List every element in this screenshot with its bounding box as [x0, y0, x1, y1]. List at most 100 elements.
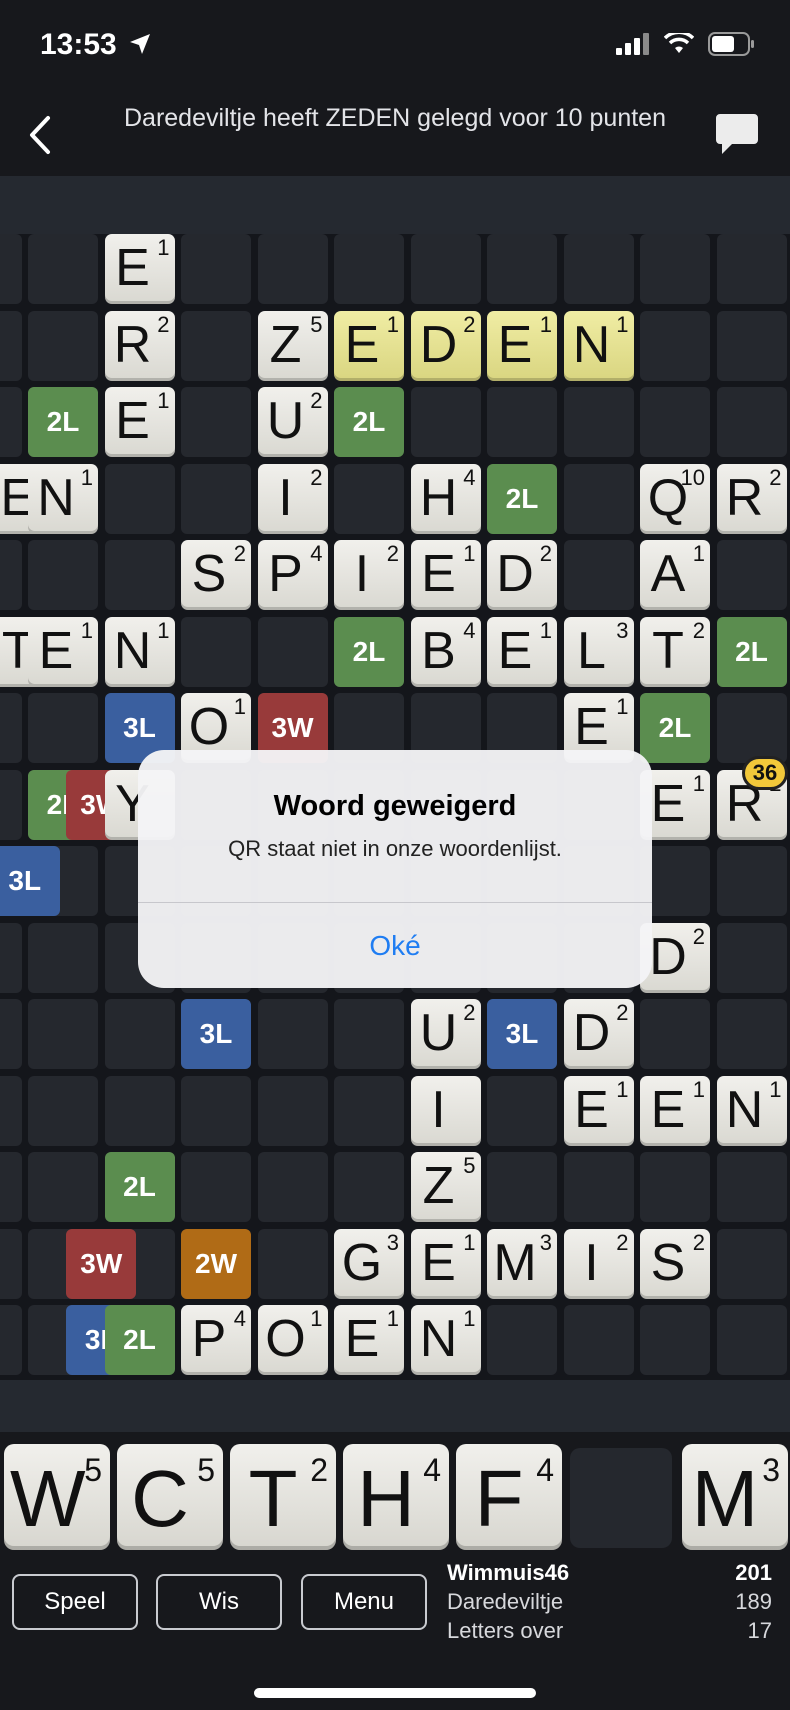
board-cell[interactable] — [410, 387, 481, 457]
board-cell[interactable] — [563, 463, 634, 534]
board-cell[interactable] — [0, 234, 22, 304]
bonus-square-3l[interactable]: 3L — [487, 999, 557, 1069]
board-cell[interactable] — [716, 693, 787, 763]
board-cell[interactable] — [716, 1228, 787, 1299]
board-cell[interactable] — [0, 310, 22, 381]
play-button[interactable]: Speel — [12, 1574, 138, 1630]
board-cell[interactable] — [28, 693, 98, 763]
board-cell[interactable] — [0, 1305, 22, 1375]
board-cell[interactable] — [28, 310, 98, 381]
board-cell[interactable] — [487, 1305, 557, 1375]
clear-button[interactable]: Wis — [156, 1574, 282, 1630]
bonus-square-3w[interactable]: 3W — [66, 1228, 137, 1299]
rack-tile[interactable]: T2 — [230, 1444, 336, 1550]
board-cell[interactable] — [181, 234, 251, 304]
bonus-square-2l[interactable]: 2L — [104, 1152, 175, 1222]
board-cell[interactable] — [716, 540, 787, 610]
board-cell[interactable] — [181, 310, 251, 381]
board-cell[interactable] — [563, 234, 634, 304]
rack-tile[interactable]: M3 — [682, 1444, 788, 1550]
board-cell[interactable] — [181, 616, 251, 687]
home-indicator[interactable] — [254, 1688, 536, 1698]
board-cell[interactable] — [640, 1305, 710, 1375]
board-cell[interactable] — [716, 922, 787, 993]
board-cell[interactable] — [0, 769, 22, 840]
board-cell[interactable] — [334, 463, 404, 534]
bonus-square-2l[interactable]: 2L — [716, 616, 787, 687]
board-cell[interactable] — [334, 999, 404, 1069]
board-cell[interactable] — [257, 1075, 328, 1146]
board-cell[interactable] — [334, 1075, 404, 1146]
bonus-square-2l[interactable]: 2L — [640, 693, 710, 763]
board-cell[interactable] — [104, 540, 175, 610]
board-cell[interactable] — [716, 1305, 787, 1375]
board-cell[interactable] — [181, 1075, 251, 1146]
board-cell[interactable] — [563, 1305, 634, 1375]
board-cell[interactable] — [28, 922, 98, 993]
bonus-square-2l[interactable]: 2L — [334, 387, 404, 457]
board-cell[interactable] — [257, 234, 328, 304]
board-cell[interactable] — [28, 1152, 98, 1222]
rack-empty-slot[interactable] — [570, 1448, 672, 1548]
board-cell[interactable] — [640, 234, 710, 304]
rack-tile[interactable]: W5 — [4, 1444, 110, 1550]
board-cell[interactable] — [716, 846, 787, 916]
board-cell[interactable] — [0, 1075, 22, 1146]
board-cell[interactable] — [181, 387, 251, 457]
board-cell[interactable] — [563, 1152, 634, 1222]
bonus-square-2l[interactable]: 2L — [334, 616, 404, 687]
board-cell[interactable] — [181, 1152, 251, 1222]
board-cell[interactable] — [640, 310, 710, 381]
board-cell[interactable] — [716, 999, 787, 1069]
board-cell[interactable] — [0, 1152, 22, 1222]
board-cell[interactable] — [104, 463, 175, 534]
board-cell[interactable] — [28, 540, 98, 610]
board-cell[interactable] — [181, 463, 251, 534]
board-cell[interactable] — [0, 693, 22, 763]
board-cell[interactable] — [487, 1152, 557, 1222]
board-cell[interactable] — [334, 1152, 404, 1222]
alert-ok-button[interactable]: Oké — [138, 903, 652, 988]
board-cell[interactable] — [0, 540, 22, 610]
bonus-square-2w[interactable]: 2W — [181, 1228, 251, 1299]
rack-tile[interactable]: F4 — [456, 1444, 562, 1550]
bonus-square-3l[interactable]: 3L — [181, 999, 251, 1069]
board-cell[interactable] — [487, 234, 557, 304]
board-cell[interactable] — [0, 1228, 22, 1299]
board-cell[interactable] — [28, 234, 98, 304]
bonus-square-2l[interactable]: 2L — [104, 1305, 175, 1375]
tile-points: 2 — [386, 541, 399, 566]
chat-icon[interactable] — [714, 112, 760, 156]
board-cell[interactable] — [257, 1152, 328, 1222]
bonus-square-3l[interactable]: 3L — [0, 846, 60, 916]
board-cell[interactable] — [716, 387, 787, 457]
board-cell[interactable] — [0, 387, 22, 457]
rack-tile[interactable]: H4 — [343, 1444, 449, 1550]
back-chevron-icon[interactable] — [20, 110, 60, 160]
board-cell[interactable] — [0, 922, 22, 993]
board-cell[interactable] — [410, 234, 481, 304]
menu-button[interactable]: Menu — [301, 1574, 427, 1630]
rack-tile[interactable]: C5 — [117, 1444, 223, 1550]
board-cell[interactable] — [104, 1075, 175, 1146]
board-cell[interactable] — [257, 999, 328, 1069]
board-cell[interactable] — [257, 616, 328, 687]
board-cell[interactable] — [104, 999, 175, 1069]
board-cell[interactable] — [716, 234, 787, 304]
board-cell[interactable] — [28, 999, 98, 1069]
board-cell[interactable] — [0, 999, 22, 1069]
board-cell[interactable] — [257, 1228, 328, 1299]
board-cell[interactable] — [640, 1152, 710, 1222]
board-cell[interactable] — [487, 1075, 557, 1146]
board-cell[interactable] — [640, 999, 710, 1069]
bonus-square-2l[interactable]: 2L — [28, 387, 98, 457]
bonus-square-2l[interactable]: 2L — [487, 463, 557, 534]
board-cell[interactable] — [640, 387, 710, 457]
board-cell[interactable] — [28, 1075, 98, 1146]
board-cell[interactable] — [716, 1152, 787, 1222]
board-cell[interactable] — [716, 310, 787, 381]
board-cell[interactable] — [563, 540, 634, 610]
board-cell[interactable] — [334, 234, 404, 304]
board-cell[interactable] — [487, 387, 557, 457]
board-cell[interactable] — [563, 387, 634, 457]
